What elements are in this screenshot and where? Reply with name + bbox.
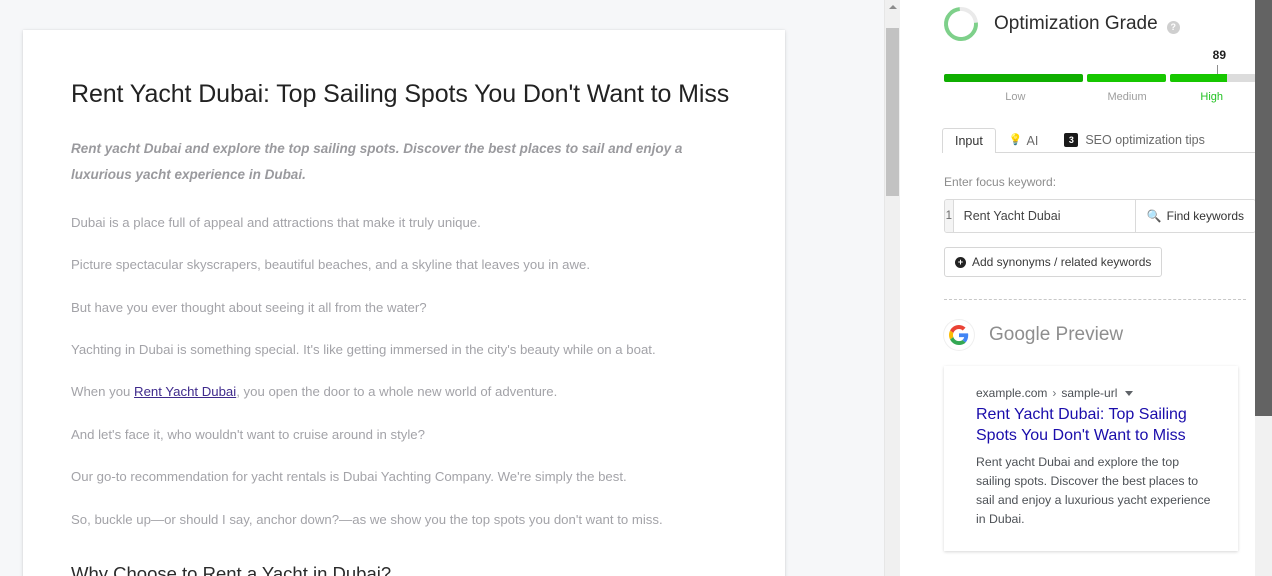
window-scrollbar-thumb[interactable] [1255,0,1272,416]
optimization-grade-header: Optimization Grade ? [937,0,1256,48]
document-paragraph-6: Our go-to recommendation for yacht renta… [71,469,627,485]
google-preview-url: example.com › sample-url [976,386,1216,400]
google-preview-title: Google Preview [989,324,1124,345]
focus-keyword-label: Enter focus keyword: [944,175,1057,189]
document-body[interactable]: Rent Yacht Dubai: Top Sailing Spots You … [23,30,785,576]
grade-label-high: High [1200,91,1224,103]
add-synonyms-button[interactable]: + Add synonyms / related keywords [944,247,1163,277]
add-synonyms-label: Add synonyms / related keywords [972,255,1152,269]
google-g-icon [944,320,974,350]
rent-yacht-dubai-link[interactable]: Rent Yacht Dubai [134,384,236,399]
document-paragraph-link: When you Rent Yacht Dubai, you open the … [71,382,735,402]
link-paragraph-before: When you [71,384,135,400]
document-paragraph-2: Picture spectacular skyscrapers, beautif… [71,257,590,273]
document-lede: Rent yacht Dubai and explore the top sai… [71,141,683,183]
chevron-down-icon[interactable] [1125,390,1134,396]
tab-input[interactable]: Input [942,127,996,153]
preview-url-path: sample-url [1061,386,1118,400]
document-paragraph-7: So, buckle up—or should I say, anchor do… [71,511,663,527]
grade-segment-medium [1087,74,1166,82]
grade-ring-icon [937,0,985,48]
preview-url-separator: › [1052,386,1057,400]
grade-segment-low [944,74,1084,82]
plus-circle-icon: + [955,256,966,268]
google-preview-description: Rent yacht Dubai and explore the top sai… [976,454,1211,526]
focus-keyword-input[interactable] [953,200,1135,232]
lightbulb-icon: 💡 [1008,134,1023,147]
grade-label-low: Low [1005,91,1026,103]
focus-keyword-index: 1 [945,200,954,232]
google-preview-heading[interactable]: Rent Yacht Dubai: Top Sailing Spots You … [976,405,1216,447]
seo-sidebar: Optimization Grade ? 89 Low Medium High [916,0,1272,576]
tab-seo-tips-label: SEO optimization tips [1085,132,1205,147]
google-preview-card: example.com › sample-url Rent Yacht Duba… [944,366,1238,551]
focus-keyword-row: 1 🔍 Find keywords [944,199,1256,233]
document-paragraph-5: And let's face it, who wouldn't want to … [71,426,425,442]
find-keywords-label: Find keywords [1166,209,1244,223]
section-divider [944,299,1246,300]
seo-tabs: Input 💡 AI 3 SEO optimization tips [942,124,1256,153]
document-heading-2: Why Choose to Rent a Yacht in Dubai? [71,563,392,576]
page-title: Rent Yacht Dubai: Top Sailing Spots You … [71,80,730,108]
optimization-grade-title: Optimization Grade [994,13,1158,34]
tips-count-badge: 3 [1064,133,1079,147]
editor-scrollbar-thumb[interactable] [886,28,899,196]
app-root: Rent Yacht Dubai: Top Sailing Spots You … [0,0,1272,576]
preview-url-domain: example.com [976,386,1048,400]
document-paragraph-4: Yachting in Dubai is something special. … [71,341,656,357]
document-card: Rent Yacht Dubai: Top Sailing Spots You … [23,30,785,576]
window-scrollbar[interactable] [1255,0,1272,576]
google-preview-header: Google Preview [944,320,1256,350]
editor-pane: Rent Yacht Dubai: Top Sailing Spots You … [0,0,900,576]
scroll-up-arrow-icon[interactable] [889,5,897,9]
tab-input-label: Input [955,133,983,148]
find-keywords-button[interactable]: 🔍 Find keywords [1134,200,1255,232]
document-paragraph-1: Dubai is a place full of appeal and attr… [71,214,481,230]
editor-scrollbar[interactable] [884,0,900,576]
grade-score-marker: 89 [944,48,1256,76]
grade-progress-bar [944,74,1256,82]
help-icon[interactable]: ? [1166,20,1180,34]
grade-segment-high [1169,74,1256,82]
grade-label-medium: Medium [1107,91,1147,103]
tab-ai[interactable]: 💡 AI [996,128,1052,154]
document-paragraph-3: But have you ever thought about seeing i… [71,299,427,315]
tab-ai-label: AI [1026,133,1039,148]
link-paragraph-after: , you open the door to a whole new world… [236,384,558,400]
tab-seo-optimization-tips[interactable]: 3 SEO optimization tips [1051,126,1218,153]
search-icon: 🔍 [1146,209,1162,223]
grade-score-value: 89 [1212,48,1226,62]
grade-bar-labels: Low Medium High [944,91,1256,103]
